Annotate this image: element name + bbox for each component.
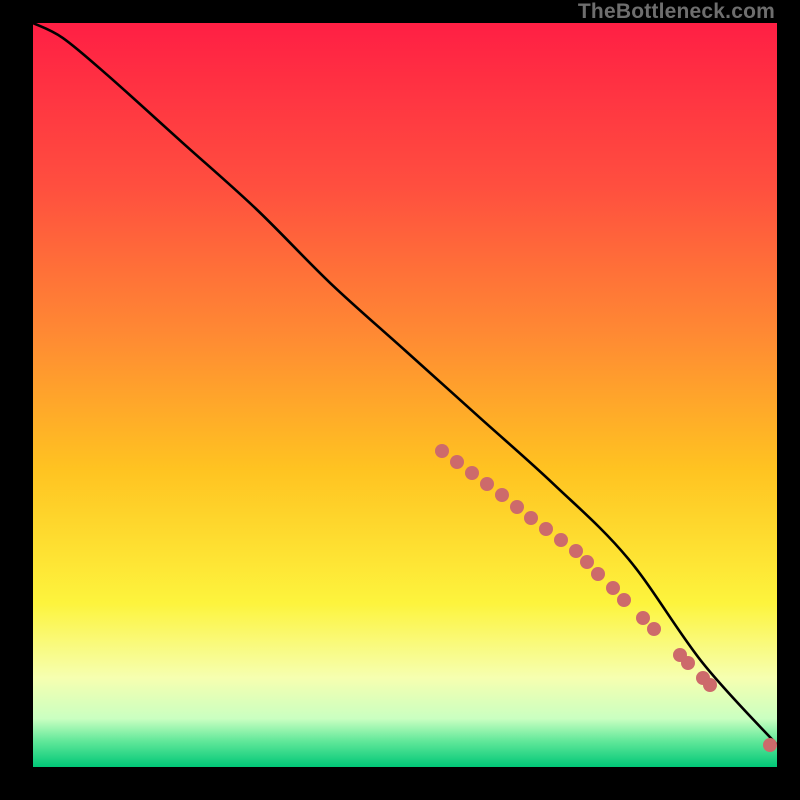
data-marker	[606, 581, 620, 595]
data-marker	[569, 544, 583, 558]
data-marker	[591, 567, 605, 581]
data-marker	[480, 477, 494, 491]
data-marker	[539, 522, 553, 536]
data-marker	[763, 738, 777, 752]
data-marker	[524, 511, 538, 525]
data-marker	[617, 593, 631, 607]
data-marker	[636, 611, 650, 625]
data-marker	[495, 488, 509, 502]
data-marker	[465, 466, 479, 480]
curve-path	[33, 23, 777, 745]
data-marker	[681, 656, 695, 670]
plot-area	[33, 23, 777, 767]
data-marker	[554, 533, 568, 547]
data-marker	[510, 500, 524, 514]
data-marker	[580, 555, 594, 569]
data-marker	[647, 622, 661, 636]
watermark-text: TheBottleneck.com	[578, 0, 775, 24]
data-marker	[703, 678, 717, 692]
chart-stage: TheBottleneck.com	[0, 0, 800, 800]
data-marker	[435, 444, 449, 458]
curve-layer	[33, 23, 777, 767]
data-marker	[450, 455, 464, 469]
